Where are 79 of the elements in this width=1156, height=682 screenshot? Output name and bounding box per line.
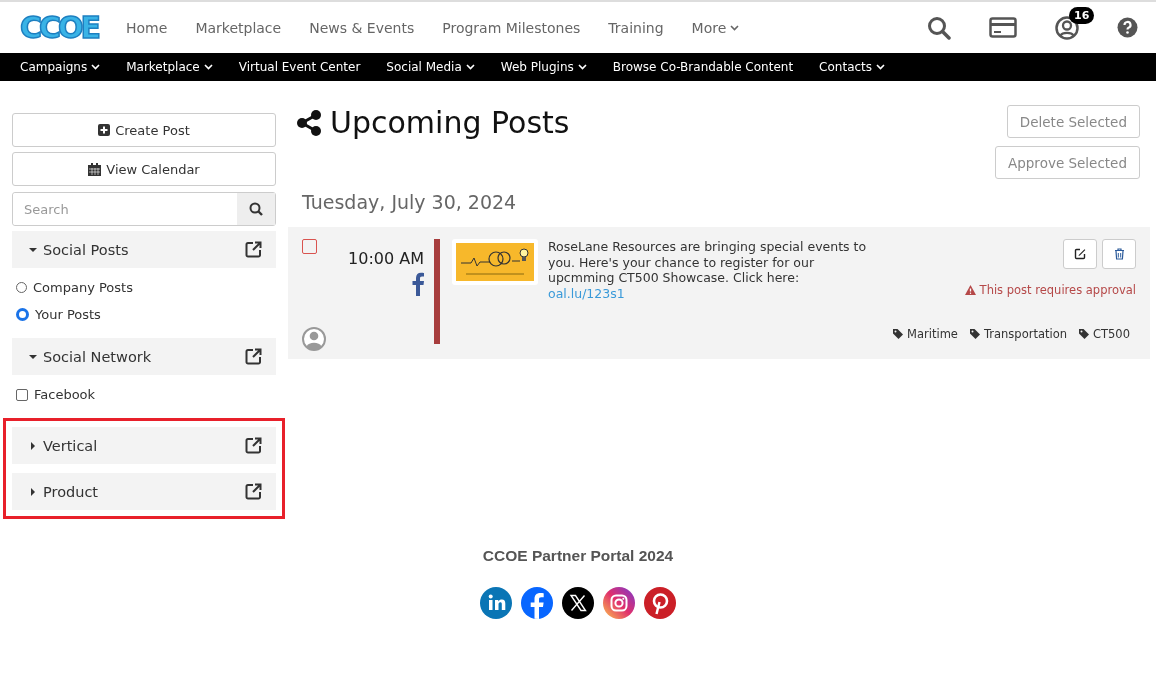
filter-title: Vertical: [43, 437, 98, 454]
menu-link[interactable]: Virtual Event Center: [238, 60, 361, 74]
avatar-icon: [302, 327, 326, 351]
filter-header[interactable]: Social Posts: [12, 231, 276, 268]
edit-button[interactable]: [1063, 239, 1097, 269]
share-icon: [296, 109, 322, 136]
post-tag[interactable]: Transportation: [983, 327, 1067, 341]
external-link-icon[interactable]: [245, 348, 262, 365]
checkbox[interactable]: [16, 388, 28, 401]
chevron-down-icon: [91, 64, 101, 70]
caret-right-icon: [29, 441, 37, 450]
page-title: Upcoming Posts: [330, 105, 570, 140]
caret-down-icon: [29, 245, 37, 254]
filter-title: Social Posts: [43, 241, 129, 258]
post-tag[interactable]: Maritime: [907, 327, 958, 341]
chevron-down-icon: [876, 64, 886, 70]
nav-link[interactable]: Home: [126, 19, 168, 36]
action-button[interactable]: Approve Selected: [995, 146, 1140, 179]
post-time: 10:00 AM: [348, 249, 424, 268]
nav-link[interactable]: Marketplace: [195, 19, 282, 36]
tag-icon: [1079, 329, 1089, 339]
filter-header[interactable]: Product: [12, 473, 276, 510]
trash-icon: [1113, 248, 1125, 260]
search-field[interactable]: Search: [12, 192, 276, 226]
nav-link[interactable]: News & Events: [309, 19, 415, 36]
menu-link[interactable]: Campaigns: [20, 60, 101, 74]
search-icon[interactable]: [927, 15, 951, 40]
tag-icon: [893, 329, 904, 339]
pinterest-icon[interactable]: [644, 587, 676, 619]
x-icon[interactable]: [562, 587, 594, 619]
external-link-icon[interactable]: [245, 437, 262, 454]
menu-link[interactable]: Browse Co-Brandable Content: [612, 60, 794, 74]
filter-title: Product: [43, 483, 99, 500]
warning-icon: [964, 285, 976, 295]
approval-warning: This post requires approval: [979, 283, 1136, 297]
caret-right-icon: [29, 487, 37, 496]
nav-link[interactable]: More: [691, 19, 740, 36]
delete-button[interactable]: [1102, 239, 1136, 269]
chevron-down-icon: [465, 64, 475, 70]
filter-header[interactable]: Social Network: [12, 338, 276, 375]
sidebar-button[interactable]: Create Post: [12, 113, 276, 147]
menu-link[interactable]: Social Media: [386, 60, 475, 74]
edit-icon: [1074, 248, 1086, 260]
credit-card-icon[interactable]: [989, 17, 1017, 38]
caret-down-icon: [29, 352, 37, 361]
nav-link[interactable]: Training: [608, 19, 664, 36]
tag-icon: [969, 329, 980, 339]
external-link-icon[interactable]: [245, 483, 262, 500]
chevron-down-icon: [203, 64, 213, 70]
sidebar-button[interactable]: View Calendar: [12, 152, 276, 186]
facebook-icon: [412, 272, 424, 296]
post-tag[interactable]: CT500: [1093, 327, 1130, 341]
footer-text: CCOE Partner Portal 2024: [482, 547, 674, 565]
filter-header[interactable]: Vertical: [12, 427, 276, 464]
option-label: Facebook: [34, 387, 96, 402]
search-button[interactable]: [237, 193, 275, 225]
post-text: RoseLane Resources are bringing special events to you. Here's your chance to register for our upcmming CT500 Showcase. Click here: oal.lu/123s1: [548, 239, 868, 303]
filter-title: Social Network: [43, 348, 152, 365]
notification-badge: 16: [1069, 6, 1095, 24]
action-button[interactable]: Delete Selected: [1006, 105, 1140, 138]
linkedin-icon[interactable]: [480, 587, 512, 619]
help-icon[interactable]: [1117, 17, 1138, 38]
chevron-down-icon: [730, 24, 740, 31]
plus-square-icon: [98, 124, 111, 136]
instagram-icon[interactable]: [603, 587, 635, 619]
external-link-icon[interactable]: [245, 241, 262, 258]
menu-link[interactable]: Web Plugins: [500, 60, 587, 74]
calendar-icon: [88, 162, 102, 176]
option-label: Company Posts: [33, 280, 133, 295]
menu-link[interactable]: Marketplace: [126, 60, 213, 74]
menu-link[interactable]: Contacts: [819, 60, 886, 74]
radio-button[interactable]: [16, 308, 29, 321]
search-icon: [249, 202, 263, 216]
facebook-icon[interactable]: [521, 587, 553, 619]
date-heading: Tuesday, July 30, 2024: [302, 191, 518, 213]
checkbox[interactable]: [302, 239, 317, 254]
nav-link[interactable]: Program Milestones: [442, 19, 581, 36]
option-label: Your Posts: [35, 307, 101, 322]
chevron-down-icon: [577, 64, 587, 70]
